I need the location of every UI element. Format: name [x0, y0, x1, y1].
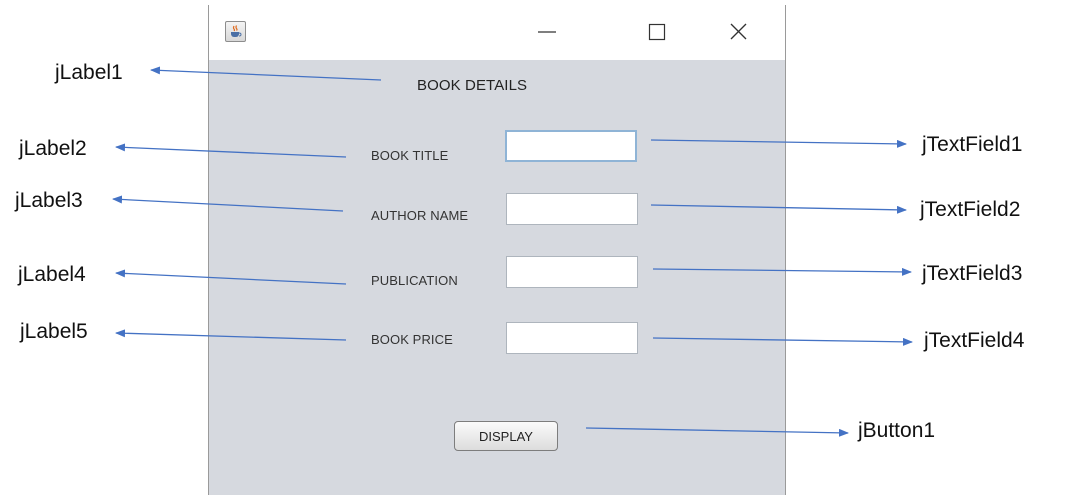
annotation-jbutton1: jButton1 — [858, 419, 936, 442]
annotation-jlabel3: jLabel3 — [15, 189, 83, 212]
arrow-jlabel2 — [115, 143, 347, 158]
annotation-jtextfield4: jTextField4 — [924, 329, 1025, 352]
arrow-jbutton1 — [585, 427, 849, 437]
arrow-jlabel3 — [112, 195, 344, 212]
arrow-jlabel1 — [150, 66, 382, 81]
arrow-jtextfield3 — [652, 267, 912, 276]
arrow-jlabel4 — [115, 269, 347, 285]
annotation-jtextfield2: jTextField2 — [920, 198, 1021, 221]
annotation-jlabel2: jLabel2 — [19, 137, 87, 160]
annotation-jtextfield1: jTextField1 — [922, 133, 1023, 156]
arrow-jtextfield4 — [652, 337, 913, 346]
annotation-jlabel1: jLabel1 — [55, 61, 123, 84]
arrow-jtextfield2 — [650, 204, 907, 214]
arrow-jlabel5 — [115, 329, 347, 341]
annotation-jlabel5: jLabel5 — [20, 320, 88, 343]
annotation-jtextfield3: jTextField3 — [922, 262, 1023, 285]
arrow-jtextfield1 — [650, 139, 907, 148]
annotation-jlabel4: jLabel4 — [18, 263, 86, 286]
